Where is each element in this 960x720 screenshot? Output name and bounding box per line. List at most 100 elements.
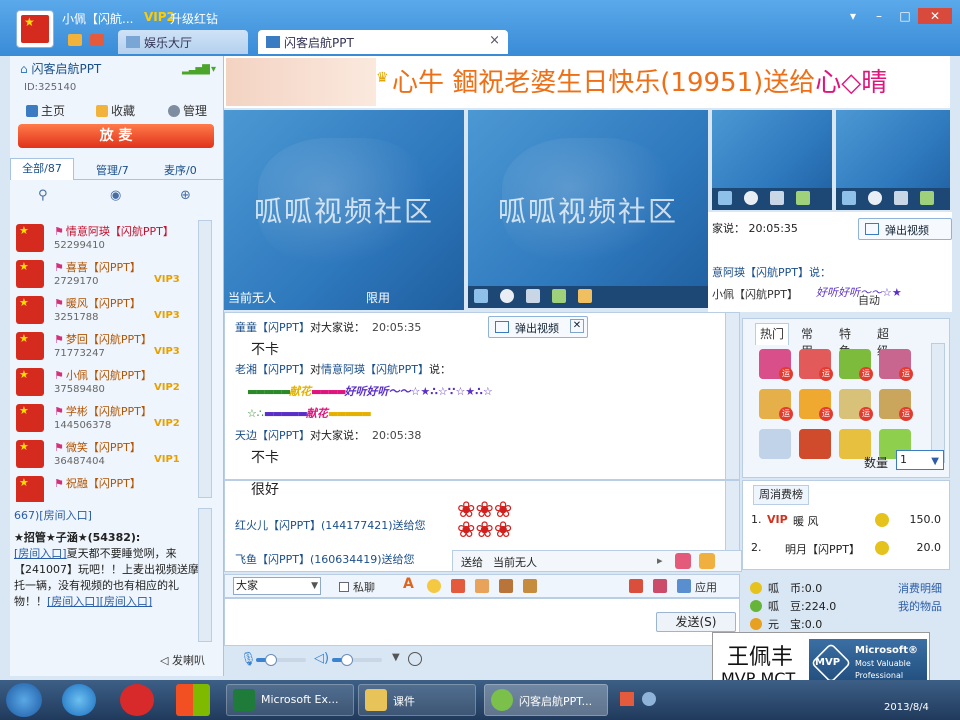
video-panel-4[interactable]: [836, 110, 950, 210]
ie-icon[interactable]: [62, 684, 96, 716]
location-icon[interactable]: ◉: [110, 188, 121, 203]
emoji-icon[interactable]: [427, 579, 441, 593]
video-panel-1[interactable]: 呱呱视频社区 当前无人 限用: [224, 110, 464, 310]
broom-icon[interactable]: [523, 579, 537, 593]
hammer-icon[interactable]: [499, 579, 513, 593]
tab-admins[interactable]: 管理/7: [96, 162, 129, 178]
private-chat-toggle[interactable]: 私聊: [339, 579, 375, 595]
wallet-icon[interactable]: [68, 34, 82, 46]
mic-icon[interactable]: 🎙: [240, 652, 257, 667]
snapshot-icon[interactable]: [796, 191, 810, 205]
member-row[interactable]: ⚑情意阿瑛【闪航PPT】 52299410: [14, 220, 202, 256]
maximize-button[interactable]: □: [894, 8, 916, 24]
popout-video-button[interactable]: 弹出视频: [858, 218, 952, 240]
gift-item[interactable]: 运: [879, 389, 913, 421]
taskbar-folder[interactable]: 课件: [358, 684, 476, 716]
video-panel-2[interactable]: 呱呱视频社区: [468, 110, 708, 308]
my-items-link[interactable]: 我的物品: [898, 598, 942, 614]
chat-scrollbar[interactable]: [725, 313, 739, 479]
chevron-down-icon[interactable]: ▼: [392, 652, 400, 663]
speaker-button[interactable]: ◁ 发喇叭: [160, 652, 205, 668]
camera-icon[interactable]: [868, 191, 882, 205]
gift-item[interactable]: 运: [799, 349, 833, 381]
gift-item[interactable]: 运: [759, 389, 793, 421]
window-icon[interactable]: [526, 289, 540, 303]
settings-icon[interactable]: ▾: [842, 8, 864, 24]
room-entry-link[interactable]: [房间入口]: [100, 595, 153, 608]
speaker-volume-slider[interactable]: [332, 654, 382, 666]
sender-name[interactable]: 老湘【闪PPT】: [235, 363, 310, 376]
font-icon[interactable]: A: [403, 576, 417, 592]
chat-target-select[interactable]: 大家 ▼: [233, 577, 321, 595]
member-row[interactable]: ⚑学彬【闪航PPT】 144506378 VIP2: [14, 400, 202, 436]
arrow-right-icon[interactable]: ▸: [657, 554, 663, 567]
ranking-row[interactable]: 1. VIP 暖 风 150.0: [751, 511, 947, 531]
announcement-scrollbar[interactable]: [198, 508, 212, 642]
speaker-volume-knob[interactable]: [341, 654, 353, 666]
gift-item[interactable]: 运: [759, 349, 793, 381]
minimize-button[interactable]: –: [868, 8, 890, 24]
calendar-icon[interactable]: [653, 579, 667, 593]
apps-icon[interactable]: [677, 579, 691, 593]
ranking-title[interactable]: 周消费榜: [753, 485, 809, 505]
mail-icon[interactable]: [90, 34, 104, 46]
camera-icon[interactable]: [500, 289, 514, 303]
nav-favorite[interactable]: 收藏: [96, 102, 135, 119]
tab-hot-gifts[interactable]: 热门: [755, 323, 789, 345]
record-icon[interactable]: [408, 652, 422, 666]
volume-icon[interactable]: [842, 191, 856, 205]
checkbox[interactable]: [339, 582, 349, 592]
popout-video-button[interactable]: 弹出视频 ✕: [488, 316, 588, 338]
tray-app-icon[interactable]: [620, 692, 634, 706]
upgrade-link[interactable]: 升级红钻: [170, 10, 218, 27]
window-icon[interactable]: [770, 191, 784, 205]
gift-item[interactable]: 运: [839, 389, 873, 421]
help-icon[interactable]: [642, 692, 656, 706]
member-row[interactable]: ⚑梦回【闪航PPT】 71773247 VIP3: [14, 328, 202, 364]
taskbar-excel[interactable]: Microsoft Ex...: [226, 684, 354, 716]
member-row[interactable]: ⚑暖风【闪PPT】 3251788 VIP3: [14, 292, 202, 328]
search-icon[interactable]: ⚲: [38, 188, 48, 203]
gift-item[interactable]: [799, 429, 831, 459]
close-button[interactable]: ✕: [918, 8, 952, 24]
member-scrollbar[interactable]: [198, 220, 212, 498]
mic-volume-knob[interactable]: [265, 654, 277, 666]
hand-icon[interactable]: [475, 579, 489, 593]
room-entry-link[interactable]: [房间入口]: [14, 547, 67, 560]
room-entry-link[interactable]: 667)[房间入口]: [14, 508, 202, 524]
nav-manage[interactable]: 管理: [168, 102, 207, 119]
send-target-name[interactable]: 当前无人: [493, 554, 653, 570]
tab-lobby[interactable]: 娱乐大厅: [118, 30, 248, 54]
sender-name[interactable]: 天边【闪PPT】: [235, 429, 310, 442]
gift-item[interactable]: [759, 429, 791, 459]
treasure-icon[interactable]: [699, 553, 715, 569]
apps-button[interactable]: 应用: [695, 579, 717, 595]
member-row[interactable]: ⚑喜喜【闪PPT】 2729170 VIP3: [14, 256, 202, 292]
quantity-select[interactable]: 1 ▼: [896, 450, 944, 470]
member-row[interactable]: ⚑小佩【闪航PPT】 37589480 VIP2: [14, 364, 202, 400]
volume-icon[interactable]: [718, 191, 732, 205]
gift-item[interactable]: 运: [839, 349, 873, 381]
mic-button[interactable]: 放 麦: [18, 124, 214, 148]
volume-icon[interactable]: [474, 289, 488, 303]
tab-all-members[interactable]: 全部/87: [10, 158, 74, 180]
app-avatar[interactable]: [16, 10, 54, 48]
sender-name[interactable]: 童童【闪PPT】: [235, 321, 310, 334]
member-row[interactable]: ⚑微笑【闪PPT】 36487404 VIP1: [14, 436, 202, 472]
send-button[interactable]: 发送(S): [656, 612, 736, 632]
speaker-icon[interactable]: ◁): [314, 651, 329, 666]
gift-item[interactable]: 运: [879, 349, 913, 381]
gift-item[interactable]: 运: [799, 389, 833, 421]
gift-scrollbar[interactable]: [931, 343, 945, 463]
gift-icon[interactable]: [451, 579, 465, 593]
mic-volume-slider[interactable]: [256, 654, 306, 666]
close-tab-icon[interactable]: ×: [489, 33, 500, 48]
camera-icon[interactable]: [744, 191, 758, 205]
tab-mic-queue[interactable]: 麦序/0: [164, 162, 197, 178]
tab-room[interactable]: 闪客启航PPT ×: [258, 30, 508, 54]
gift-box-icon[interactable]: [675, 553, 691, 569]
window-icon[interactable]: [894, 191, 908, 205]
room-entry-link[interactable]: [房间入口]: [47, 595, 100, 608]
close-icon[interactable]: ✕: [570, 319, 584, 333]
record-icon[interactable]: [578, 289, 592, 303]
